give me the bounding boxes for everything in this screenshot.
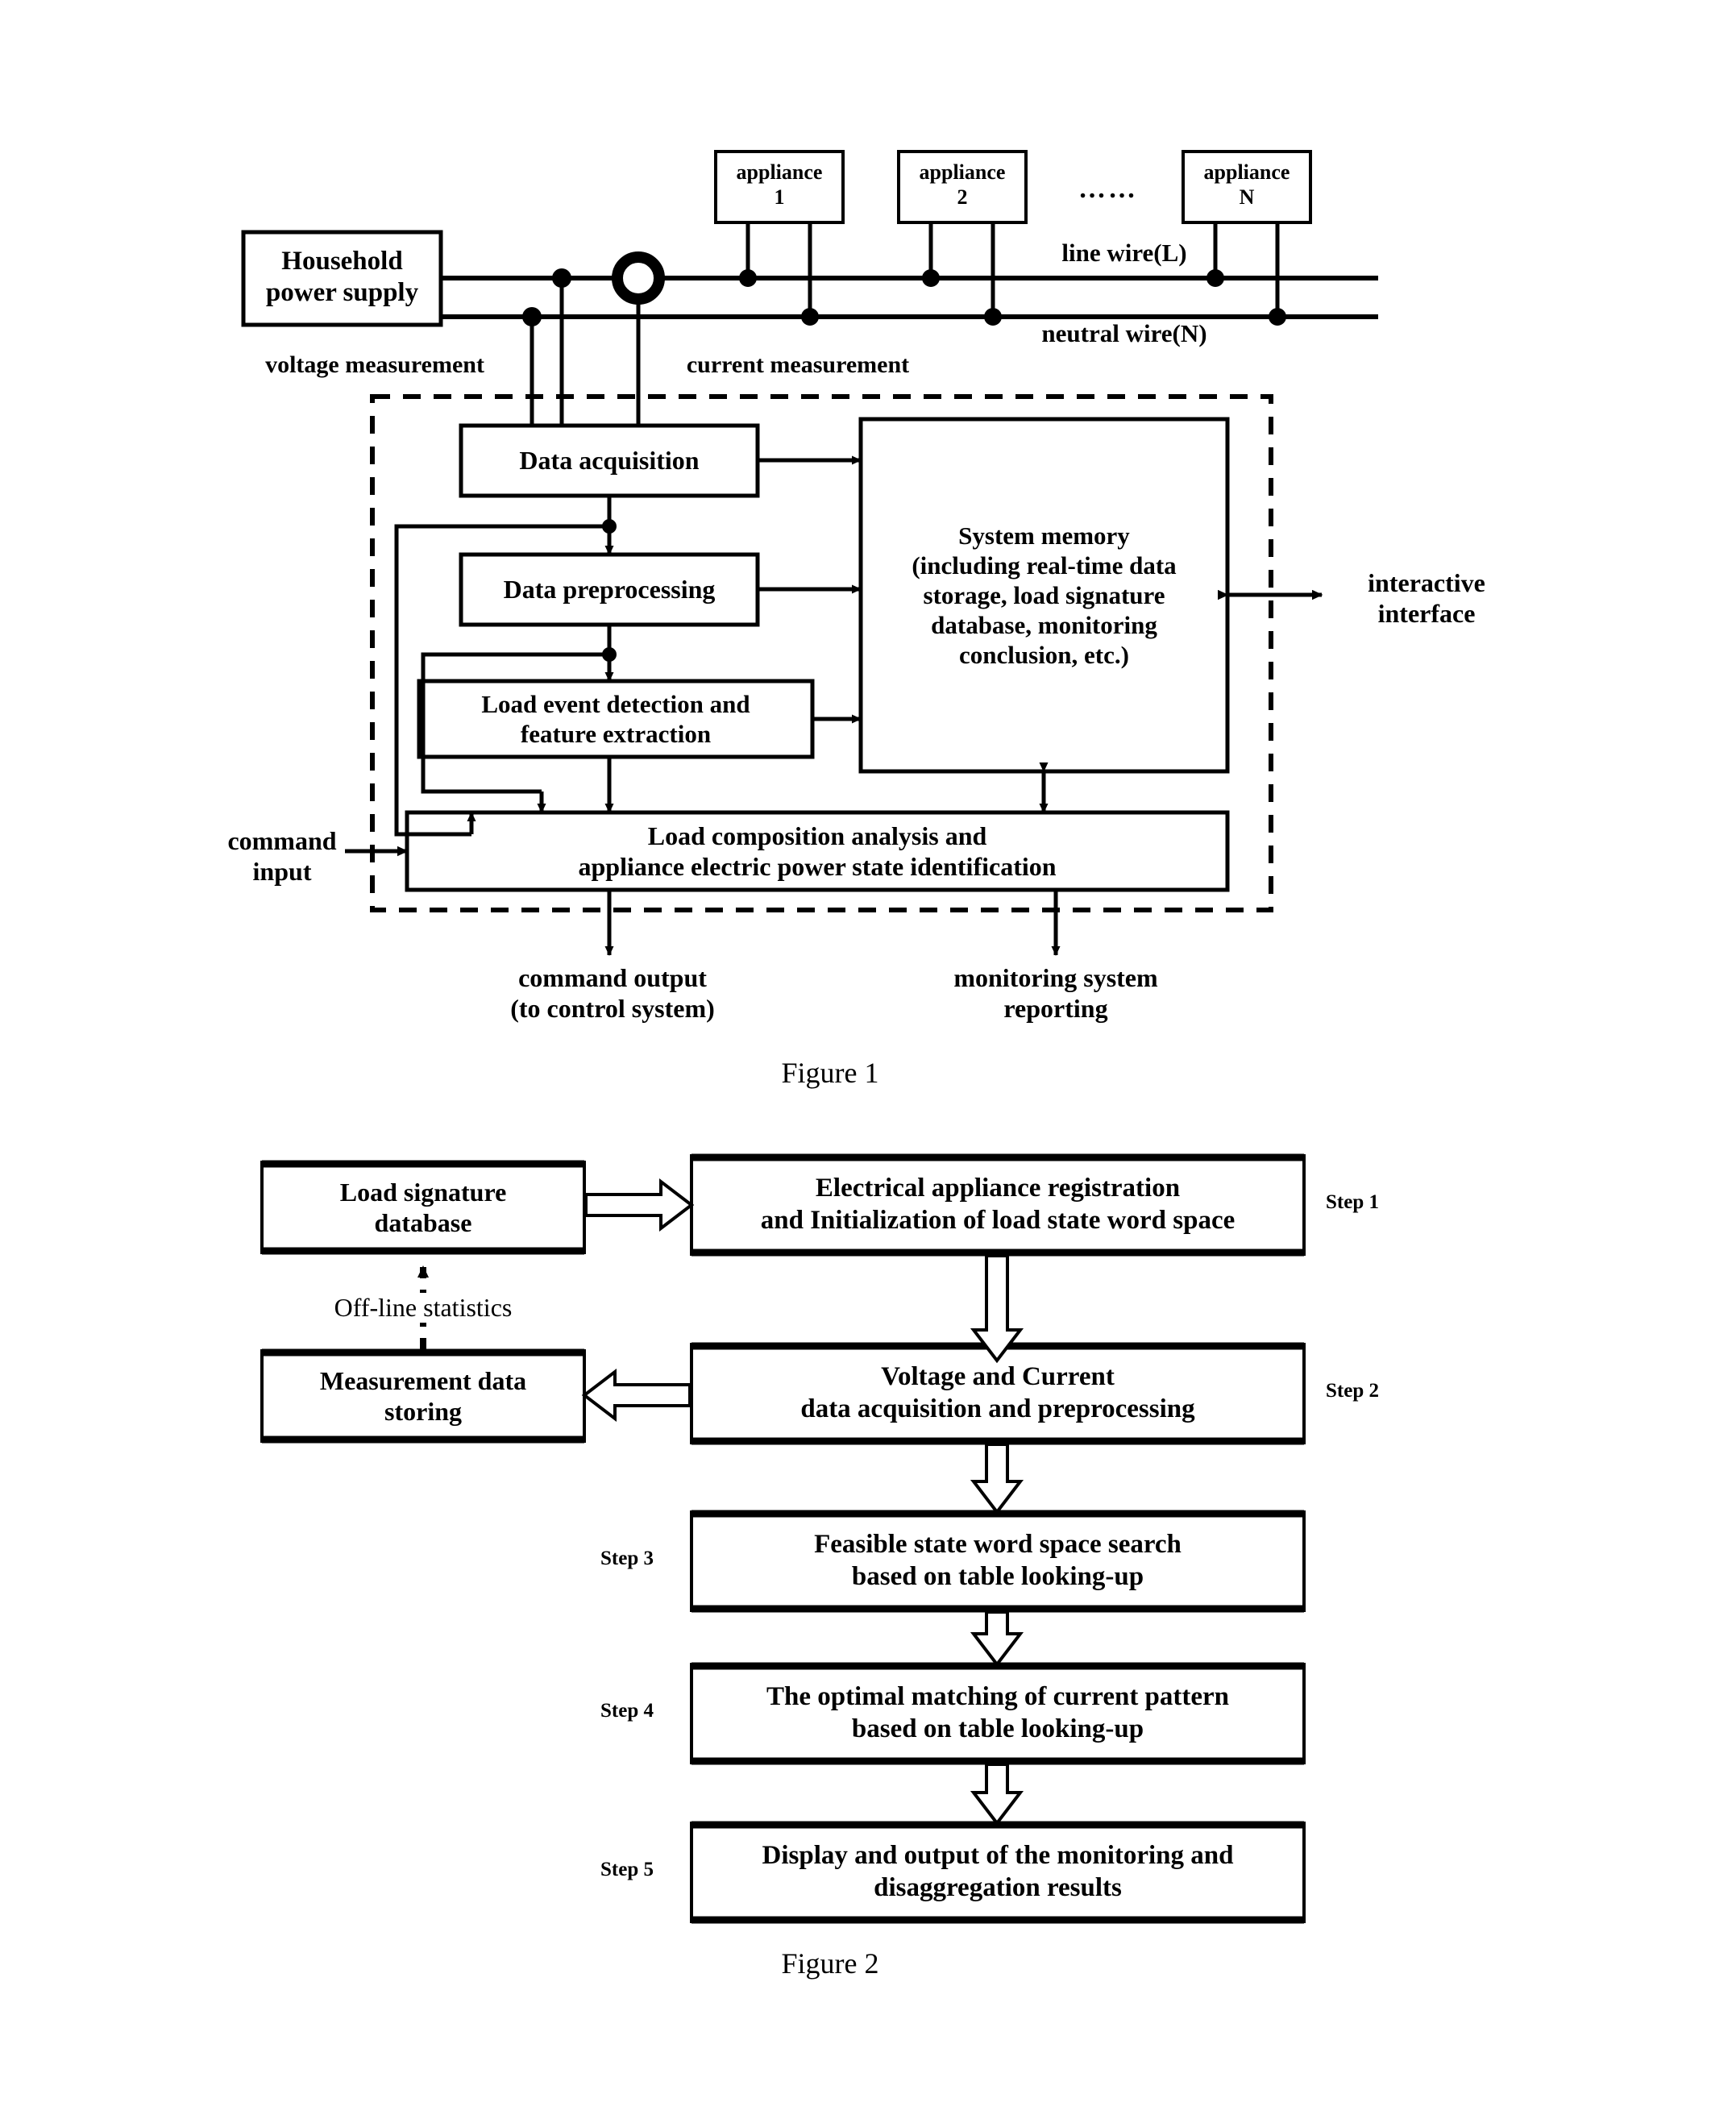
- figure-canvas: Household power supply appliance 1 appli…: [0, 0, 1736, 2119]
- load-signature-database-box: Load signature database: [339, 1177, 507, 1237]
- load-composition-block: Load composition analysis and appliance …: [578, 821, 1057, 881]
- measurement-data-storing-box: Measurement data storing: [319, 1365, 527, 1426]
- neutral-wire-label: neutral wire(N): [1041, 319, 1207, 347]
- step-2-box: Voltage and Current data acquisition and…: [800, 1362, 1195, 1423]
- step-3-box: Feasible state word space search based o…: [814, 1530, 1182, 1591]
- step-5-box: Display and output of the monitoring and…: [762, 1841, 1234, 1902]
- command-input-label: command input: [227, 826, 337, 886]
- step-3-tag: Step 3: [600, 1548, 654, 1569]
- offline-statistics-label: Off-line statistics: [286, 1293, 560, 1323]
- appliance-1-label: appliance 1: [736, 160, 823, 209]
- figure1-caption: Figure 1: [781, 1057, 879, 1089]
- current-measurement-label: current measurement: [686, 351, 910, 378]
- data-preprocessing-block: Data preprocessing: [503, 575, 716, 605]
- interactive-interface-label: interactive interface: [1368, 568, 1485, 628]
- step-5-tag: Step 5: [600, 1859, 654, 1880]
- monitoring-report-label: monitoring system reporting: [953, 963, 1158, 1023]
- appliance-n-label: appliance N: [1203, 160, 1290, 209]
- command-output-label: command output (to control system): [510, 963, 715, 1023]
- step-1-tag: Step 1: [1326, 1191, 1379, 1213]
- household-power-supply-label: Household power supply: [265, 247, 419, 307]
- step-2-tag: Step 2: [1326, 1380, 1379, 1402]
- appliance-ellipsis: ……: [1078, 174, 1138, 204]
- step-4-box: The optimal matching of current pattern …: [766, 1682, 1230, 1743]
- step-4-tag: Step 4: [600, 1700, 654, 1722]
- line-wire-label: line wire(L): [1061, 239, 1187, 267]
- fig1-bus-wires: [441, 276, 1378, 319]
- system-memory-block: System memory (including real-time data …: [912, 521, 1177, 670]
- step-1-box: Electrical appliance registration and In…: [760, 1174, 1236, 1235]
- load-event-detection-block: Load event detection and feature extract…: [481, 689, 750, 748]
- appliance-2-label: appliance 2: [919, 160, 1006, 209]
- data-acquisition-block: Data acquisition: [519, 446, 700, 476]
- current-transformer-icon: [612, 251, 665, 305]
- voltage-measurement-label: voltage measurement: [265, 351, 484, 378]
- figure2-caption: Figure 2: [781, 1947, 879, 1980]
